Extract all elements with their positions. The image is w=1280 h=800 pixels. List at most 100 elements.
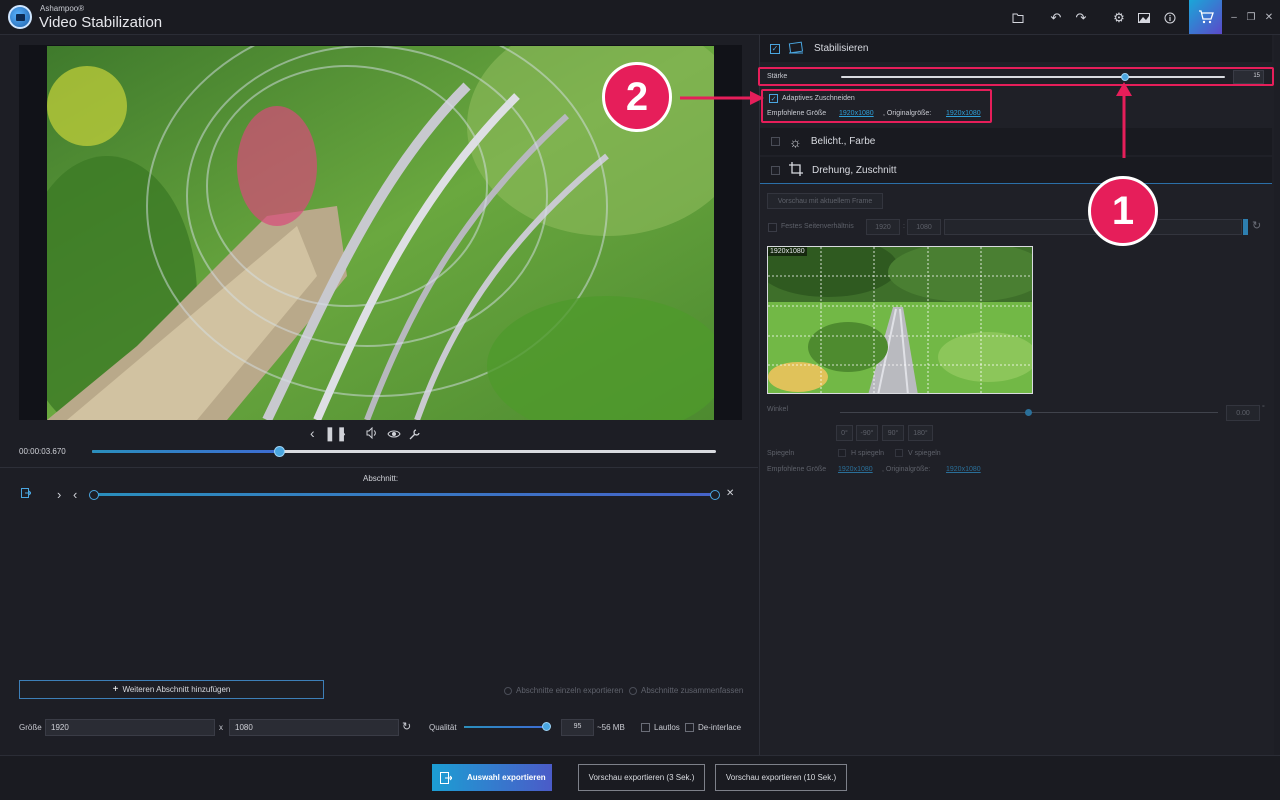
- recommended-size-link[interactable]: 1920x1080: [839, 110, 874, 117]
- image-icon[interactable]: [1134, 8, 1154, 28]
- export-merge-label: Abschnitte zusammenfassen: [641, 686, 744, 695]
- angle-0-button[interactable]: 0°: [836, 425, 853, 441]
- adaptive-crop-checkbox[interactable]: ✓: [769, 94, 778, 103]
- cart-icon[interactable]: [1189, 0, 1222, 34]
- rotation-original-link[interactable]: 1920x1080: [946, 466, 981, 473]
- radio-icon: [504, 686, 512, 695]
- original-size-link[interactable]: 1920x1080: [946, 110, 981, 117]
- mirror-label: Spiegeln: [767, 450, 795, 457]
- ratio-scroll-handle[interactable]: [1243, 219, 1248, 235]
- eye-icon[interactable]: [387, 427, 401, 443]
- deinterlace-label: De-interlace: [698, 723, 742, 732]
- rotation-title: Drehung, Zuschnitt: [812, 164, 897, 176]
- exposure-header[interactable]: ☼ Belicht., Farbe: [760, 128, 1272, 155]
- angle-180-button[interactable]: 180°: [908, 425, 933, 441]
- h-mirror-label: H spiegeln: [851, 450, 885, 457]
- seek-handle[interactable]: [273, 446, 285, 457]
- settings-icon[interactable]: ⚙: [1109, 8, 1129, 28]
- thumbnail-size-label: 1920x1080: [768, 247, 807, 256]
- export-selection-button[interactable]: Auswahl exportieren: [432, 764, 552, 791]
- annotation-badge-2: 2: [602, 62, 672, 132]
- section-title: Abschnitt:: [363, 474, 399, 483]
- annotation-arrow-2-icon: [680, 91, 764, 105]
- v-mirror-label: V spiegeln: [908, 450, 941, 457]
- section-start-handle[interactable]: [89, 490, 99, 500]
- recommended-size-label: Empfohlene Größe: [767, 110, 827, 117]
- export-single-label: Abschnitte einzeln exportieren: [516, 686, 624, 695]
- angle-handle[interactable]: [1025, 409, 1032, 416]
- folder-icon[interactable]: [1008, 8, 1028, 28]
- ratio-width-field[interactable]: 1920: [866, 219, 900, 235]
- angle-value-field[interactable]: 0.00: [1226, 405, 1260, 421]
- undo-icon[interactable]: ↶: [1046, 8, 1066, 28]
- rotation-original-label: , Originalgröße:: [882, 466, 931, 473]
- file-size-estimate: ~56 MB: [597, 723, 625, 732]
- section-range-track[interactable]: [94, 493, 714, 496]
- section-next-icon[interactable]: ›: [57, 487, 61, 502]
- restore-icon[interactable]: ❐: [1244, 10, 1258, 24]
- preview-3s-button[interactable]: Vorschau exportieren (3 Sek.): [578, 764, 705, 791]
- strength-value-field[interactable]: 15: [1233, 70, 1264, 84]
- playback-time: 00:00:03.670: [19, 447, 66, 456]
- size-separator: x: [219, 723, 223, 732]
- annotation-badge-1: 1: [1088, 176, 1158, 246]
- mute-label: Lautlos: [654, 723, 680, 732]
- quality-handle[interactable]: [541, 722, 551, 731]
- angle-90-button[interactable]: 90°: [882, 425, 904, 441]
- strength-label: Stärke: [767, 73, 788, 80]
- angle-label: Winkel: [767, 406, 789, 413]
- height-field[interactable]: 1080: [229, 719, 399, 736]
- v-mirror-checkbox[interactable]: [895, 449, 903, 457]
- fixed-ratio-label: Festes Seitenverhältnis: [781, 223, 854, 230]
- seek-bar[interactable]: [92, 446, 716, 457]
- quality-slider[interactable]: [464, 722, 551, 731]
- crop-icon: [789, 162, 803, 178]
- rotation-header[interactable]: Drehung, Zuschnitt: [760, 157, 1272, 184]
- next-frame-button[interactable]: ›: [341, 425, 346, 441]
- export-section-icon[interactable]: [21, 488, 32, 501]
- rotation-checkbox[interactable]: [771, 165, 780, 175]
- angle-minus90-button[interactable]: -90°: [856, 425, 878, 441]
- quality-value-field[interactable]: 95: [561, 719, 594, 736]
- annotation-arrow-1-icon: [1116, 82, 1132, 158]
- wrench-icon[interactable]: [409, 427, 421, 443]
- fixed-ratio-checkbox[interactable]: [768, 223, 777, 232]
- stabilize-title: Stabilisieren: [814, 43, 869, 54]
- h-mirror-checkbox[interactable]: [838, 449, 846, 457]
- deinterlace-checkbox[interactable]: [685, 723, 694, 732]
- reset-ratio-icon[interactable]: ↻: [1252, 219, 1261, 232]
- app-title: Video Stabilization: [39, 14, 163, 31]
- preview-10s-button[interactable]: Vorschau exportieren (10 Sek.): [715, 764, 847, 791]
- mute-checkbox[interactable]: [641, 723, 650, 732]
- section-prev-icon[interactable]: ‹: [73, 487, 77, 502]
- plus-icon: +: [112, 684, 119, 695]
- rotation-recommended-link[interactable]: 1920x1080: [838, 466, 873, 473]
- ratio-height-field[interactable]: 1080: [907, 219, 941, 235]
- width-field[interactable]: 1920: [45, 719, 215, 736]
- minimize-icon[interactable]: –: [1227, 10, 1241, 24]
- export-icon: [440, 771, 452, 784]
- volume-icon[interactable]: [366, 426, 378, 442]
- prev-frame-button[interactable]: ‹: [310, 425, 315, 441]
- brand-name: Ashampoo®: [40, 4, 85, 13]
- exposure-checkbox[interactable]: [771, 137, 780, 146]
- add-section-button[interactable]: + Weiteren Abschnitt hinzufügen: [19, 680, 324, 699]
- remove-section-icon[interactable]: ✕: [726, 488, 734, 499]
- close-icon[interactable]: ✕: [1262, 10, 1276, 24]
- section-end-handle[interactable]: [710, 490, 720, 500]
- size-label: Größe: [19, 723, 42, 732]
- stabilize-header[interactable]: ✓ Stabilisieren: [760, 35, 1272, 62]
- preview-frame-button[interactable]: Vorschau mit aktuellem Frame: [767, 193, 883, 209]
- stabilize-icon: [788, 41, 804, 57]
- stabilize-checkbox[interactable]: ✓: [770, 43, 780, 54]
- redo-icon[interactable]: ↷: [1071, 8, 1091, 28]
- add-section-label: Weiteren Abschnitt hinzufügen: [122, 685, 231, 694]
- crop-preview-thumbnail[interactable]: 1920x1080: [767, 246, 1033, 394]
- export-single-option[interactable]: Abschnitte einzeln exportieren: [504, 686, 623, 695]
- strength-slider[interactable]: [841, 73, 1225, 81]
- angle-unit: °: [1262, 405, 1265, 412]
- info-icon[interactable]: [1160, 8, 1180, 28]
- reset-size-icon[interactable]: ↻: [402, 720, 411, 733]
- sun-icon: ☼: [789, 133, 802, 150]
- export-merge-option[interactable]: Abschnitte zusammenfassen: [629, 686, 743, 695]
